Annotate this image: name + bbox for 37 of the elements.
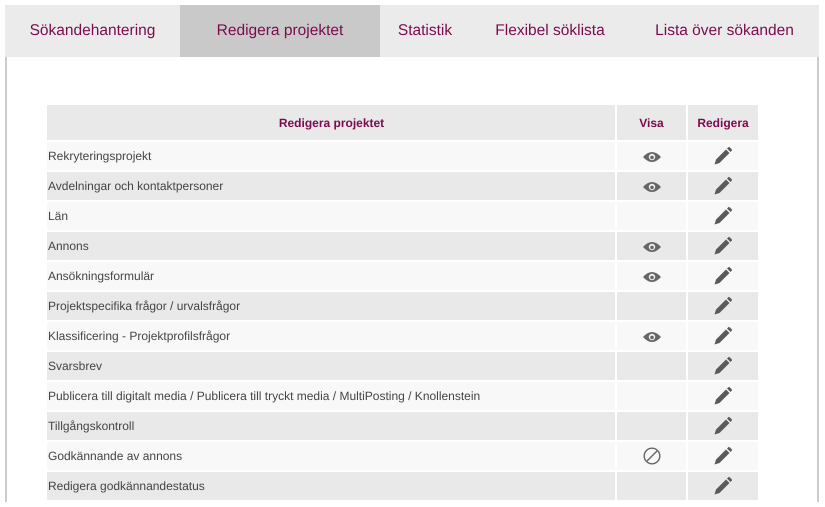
table-cell: Klassificering - Projektprofilsfrågor (47, 322, 615, 350)
pencil-icon[interactable] (714, 147, 732, 165)
table-cell: Godkännande av annons (47, 442, 615, 470)
pencil-icon[interactable] (714, 207, 732, 225)
table-cell: Tillgångskontroll (47, 412, 615, 440)
tab[interactable]: Statistik (380, 5, 470, 57)
pencil-icon[interactable] (714, 417, 732, 435)
column-header: Visa (617, 105, 686, 140)
eye-icon[interactable] (642, 240, 660, 253)
pencil-icon[interactable] (714, 357, 732, 375)
table-cell: Projektspecifika frågor / urvalsfrågor (47, 292, 615, 320)
tab[interactable]: Lista över sökanden (630, 5, 819, 57)
table-cell: Rekryteringsprojekt (47, 142, 615, 170)
column-header: Redigera (688, 105, 758, 140)
pencil-icon[interactable] (714, 477, 732, 495)
pencil-icon[interactable] (714, 387, 732, 405)
tab[interactable]: Sökandehantering (5, 5, 180, 57)
eye-icon[interactable] (642, 270, 660, 283)
eye-icon[interactable] (642, 330, 660, 343)
table-cell: Avdelningar och kontaktpersoner (47, 172, 615, 200)
pencil-icon[interactable] (714, 447, 732, 465)
table-cell: Ansökningsformulär (47, 262, 615, 290)
eye-icon[interactable] (642, 150, 660, 163)
tab[interactable]: Redigera projektet (180, 5, 380, 57)
pencil-icon[interactable] (714, 297, 732, 315)
table-cell: Publicera till digitalt media / Publicera till tryckt media / MultiPosting / Knollenstein (47, 382, 615, 410)
pencil-icon[interactable] (714, 327, 732, 345)
eye-icon[interactable] (642, 180, 660, 193)
table-cell: Annons (47, 232, 615, 260)
column-header: Redigera projektet (47, 105, 615, 140)
pencil-icon[interactable] (714, 267, 732, 285)
table-cell: Redigera godkännandestatus (47, 472, 615, 500)
table-cell: Län (47, 202, 615, 230)
pencil-icon[interactable] (714, 237, 732, 255)
pencil-icon[interactable] (714, 177, 732, 195)
table-cell: Svarsbrev (47, 352, 615, 380)
tab[interactable]: Flexibel söklista (470, 5, 630, 57)
